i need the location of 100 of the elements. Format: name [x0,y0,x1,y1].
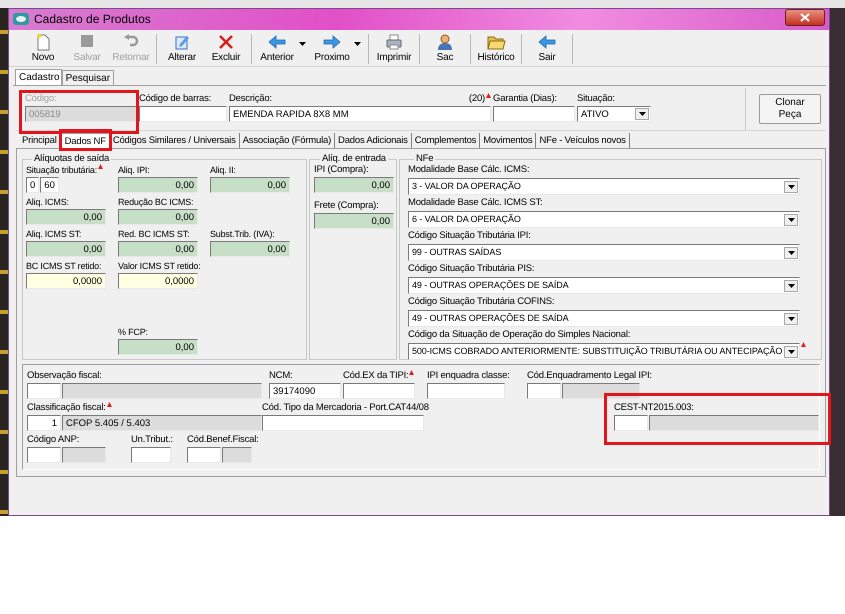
number-field[interactable]: 0,00 [314,213,394,229]
field-label: Observação fiscal: [27,370,102,382]
number-field[interactable]: 0,00 [210,241,290,257]
group-title: Alíquotas de saída [33,154,110,164]
text-field[interactable]: EMENDA RAPIDA 8X8 MM [229,106,491,122]
dropdown-field[interactable]: 49 - OUTRAS OPERAÇÕES DE SAÍDA [408,310,800,327]
field-label: Situação: [577,93,615,105]
code-field[interactable] [187,447,221,463]
number-field[interactable]: 0,0000 [118,273,198,289]
caret-icon [788,350,794,354]
number-field[interactable]: 0,00 [26,209,106,225]
text-field[interactable]: 0 [26,177,40,193]
code-field[interactable] [27,447,61,463]
caret-icon [788,316,794,320]
field-label: % FCP: [118,326,148,338]
dropdown-button[interactable] [784,246,798,258]
toolbar-button[interactable]: Proximo [310,32,354,66]
group-title: NFe [415,154,434,164]
toolbar-button[interactable]: Histórico [474,32,518,66]
required-mark-icon [801,342,806,347]
required-mark-icon [486,93,491,98]
field-value: 49 - OUTRAS OPERAÇÕES DE SAÍDA [412,279,569,292]
number-field[interactable]: 0,00 [118,241,198,257]
description-field [222,447,252,463]
group-title: Alíq. de entrada [321,154,387,164]
field-label: Código Situação Tributária COFINS: [408,296,556,308]
field-label: Código ANP: [27,434,80,446]
field-label: Un.Tribut.: [131,434,173,446]
window-title: Cadastro de Produtos [34,12,151,26]
code-field[interactable] [27,383,61,399]
toolbar-button[interactable]: Sair [525,32,569,66]
caret-icon[interactable] [354,42,361,46]
field-label: Situação tributária: [26,164,98,176]
text-field[interactable] [262,415,424,431]
field-label: Cód.EX da TIPI: [343,370,408,382]
toolbar-button[interactable]: Alterar [160,32,204,66]
description-field: CFOP 5.405 / 5.403 [62,415,262,431]
caret-icon [788,218,794,222]
field-value: 6 - VALOR DA OPERAÇÃO [412,213,521,226]
clone-button[interactable]: Clonar Peça [759,94,821,124]
caret-icon[interactable] [299,42,306,46]
field-label: Redução BC ICMS: [118,196,194,208]
toolbar-button[interactable]: Sac [423,32,467,66]
dropdown-button[interactable] [784,312,798,324]
field-label: Aliq. IPI: [118,164,150,176]
field-value: 3 - VALOR DA OPERAÇÃO [412,180,521,193]
text-field[interactable] [493,106,575,122]
code-field[interactable] [527,383,561,399]
number-field[interactable]: 0,00 [314,177,394,193]
dropdown-field[interactable]: 99 - OUTRAS SAÍDAS [408,244,800,261]
toolbar-button[interactable]: Excluir [204,32,248,66]
text-field[interactable]: 60 [40,177,59,193]
close-button[interactable] [785,9,825,26]
toolbar-button[interactable]: Anterior [255,32,299,66]
field-label: Código: [25,93,56,105]
app-icon [13,12,29,26]
number-field[interactable]: 0,00 [118,209,198,225]
field-label: Aliq. ICMS ST: [26,228,82,240]
number-field[interactable]: 0,00 [118,177,198,193]
dropdown-field[interactable]: 3 - VALOR DA OPERAÇÃO [408,178,800,195]
dropdown-button[interactable] [784,180,798,192]
tab[interactable]: Dados NF [60,133,110,148]
dropdown-button[interactable] [784,280,798,292]
field-label: Código Situação Tributária IPI: [408,230,532,242]
text-field[interactable] [427,383,505,399]
text-field[interactable] [343,383,415,399]
field-label: Frete (Compra): [314,200,380,212]
dropdown-button[interactable] [635,108,649,120]
text-field[interactable]: 39174090 [269,383,341,399]
toolbar-button[interactable]: Imprimir [372,32,416,66]
field-label: Código de barras: [139,93,212,105]
toolbar-button[interactable]: Novo [21,32,65,66]
number-field[interactable]: 0,00 [26,241,106,257]
dropdown-button[interactable] [784,346,798,358]
text-field[interactable] [131,447,171,463]
field-label: IPI enquadra classe: [427,370,510,382]
tab[interactable]: Cadastro [15,69,62,85]
printer-icon [384,32,404,51]
person-icon [435,32,455,51]
delete-x-icon [216,32,236,51]
dropdown-field[interactable]: 49 - OUTRAS OPERAÇÕES DE SAÍDA [408,277,800,294]
dropdown-field[interactable]: 6 - VALOR DA OPERAÇÃO [408,211,800,228]
dropdown-field[interactable]: ATIVO [577,106,651,122]
number-field[interactable]: 0,0000 [26,273,106,289]
tab[interactable]: Pesquisar [62,70,114,85]
number-field[interactable]: 0,00 [118,339,198,355]
number-field[interactable]: 0,00 [210,177,290,193]
field-value: 500-ICMS COBRADO ANTERIORMENTE: SUBSTITUIÇÃO TRIBUTÁRIA OU ANTECIPAÇÃO [412,345,782,358]
field-value: 99 - OUTRAS SAÍDAS [412,246,502,259]
code-field[interactable] [614,415,648,431]
field-value: ATIVO [581,108,609,120]
dropdown-field[interactable]: 500-ICMS COBRADO ANTERIORMENTE: SUBSTITUIÇÃO TRIBUTÁRIA OU ANTECIPAÇÃO [408,343,800,360]
field-label: CEST-NT2015.003: [614,402,694,414]
caret-icon [788,250,794,254]
dropdown-button[interactable] [784,214,798,226]
field-label: Red. BC ICMS ST: [118,228,190,240]
code-field[interactable]: 1 [27,415,61,431]
field-label: Valor ICMS ST retido: [118,260,200,272]
left-arrow-icon [537,32,557,51]
text-field[interactable] [139,106,227,122]
